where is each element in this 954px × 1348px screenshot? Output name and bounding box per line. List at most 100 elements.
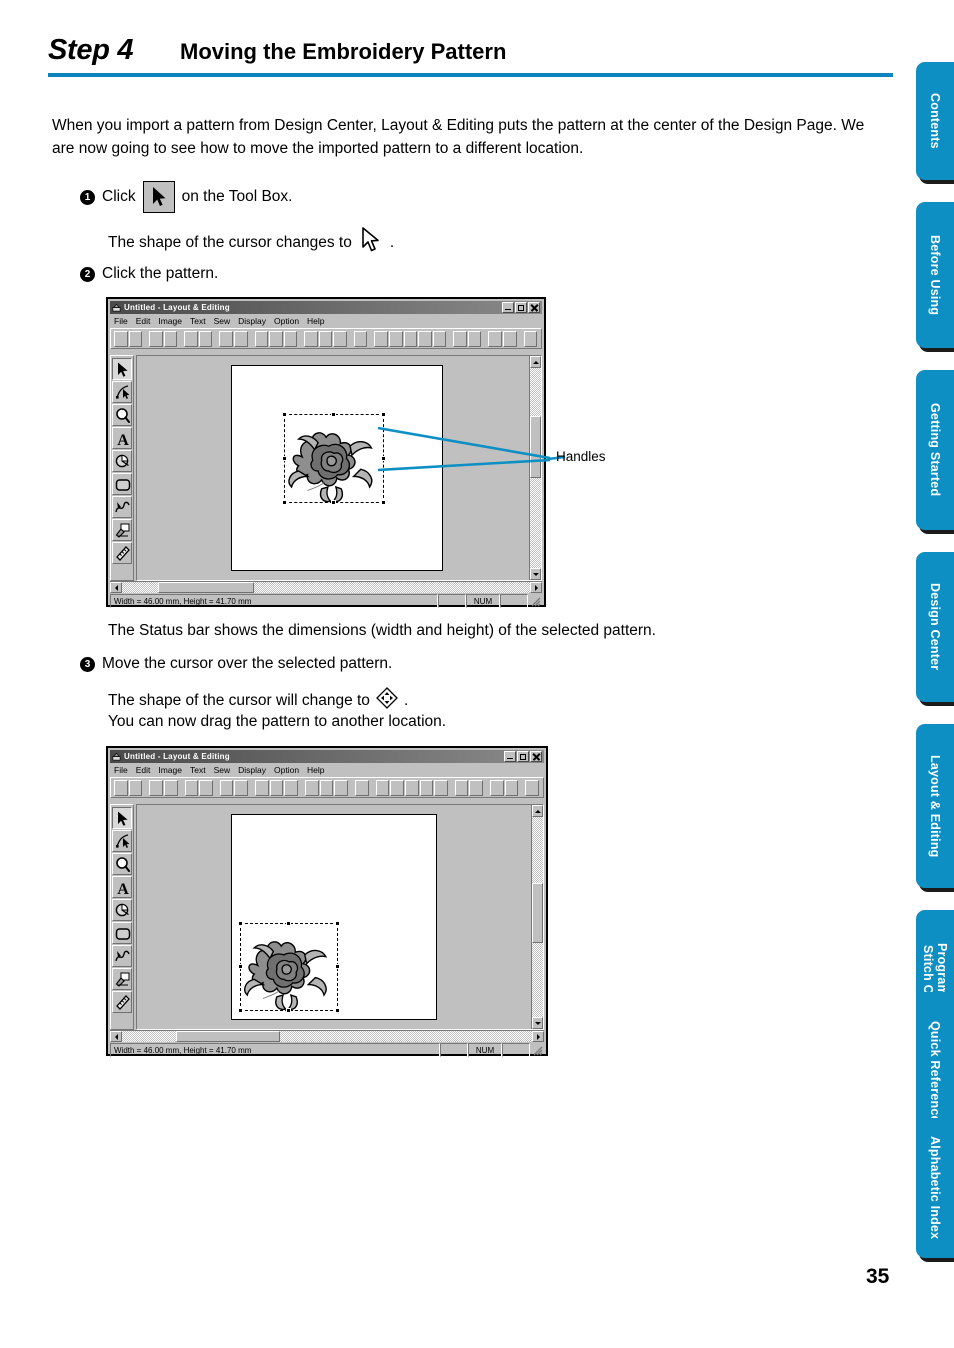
handle-middle-left[interactable] — [282, 455, 287, 461]
handle-bottom-center-2[interactable] — [286, 1008, 291, 1013]
minimize-button[interactable] — [502, 302, 514, 313]
sidebar-item-layout-and-editing[interactable]: Layout & Editing — [916, 724, 954, 888]
import-from-file-icon[interactable] — [163, 330, 178, 347]
handle-top-center[interactable] — [331, 412, 336, 417]
handle-top-right-2[interactable] — [335, 921, 340, 926]
open-file-icon[interactable] — [128, 330, 143, 347]
sidebar-item-design-center[interactable]: Design Center — [916, 552, 954, 702]
vertical-scroll-thumb-2[interactable] — [532, 883, 543, 943]
duplicate-icon[interactable] — [304, 330, 318, 347]
zoom-tool-icon-2[interactable] — [112, 853, 132, 875]
layout-and-editing-window-2[interactable]: Untitled - Layout & Editing File Edit Im… — [106, 746, 548, 1057]
menu-sew-2[interactable]: Sew — [212, 765, 237, 775]
handle-bottom-right-2[interactable] — [335, 1008, 340, 1013]
resize-grip[interactable] — [528, 594, 542, 608]
window-1-controls[interactable] — [502, 302, 540, 313]
handle-bottom-center[interactable] — [331, 500, 336, 505]
new-file-icon[interactable] — [114, 330, 128, 347]
window-2-canvas[interactable] — [136, 804, 544, 1030]
save-as-icon-2[interactable] — [199, 779, 213, 796]
menu-option[interactable]: Option — [272, 316, 305, 326]
pattern-selection-box-1[interactable] — [282, 412, 386, 505]
window-1-toolbox[interactable]: A — [110, 355, 134, 581]
sew-setting-icon[interactable] — [389, 330, 403, 347]
text-attribute-icon[interactable] — [418, 330, 432, 347]
handle-top-right[interactable] — [381, 412, 386, 417]
menu-option-2[interactable]: Option — [272, 765, 305, 775]
stitch-simulator-icon[interactable] — [453, 330, 467, 347]
stitch-to-block-icon-2[interactable] — [525, 779, 540, 796]
open-file-icon-2[interactable] — [128, 779, 143, 796]
menu-file[interactable]: File — [112, 316, 134, 326]
edit-point-tool-icon-2[interactable] — [112, 830, 132, 852]
display-preview-icon-2[interactable] — [504, 779, 519, 796]
stitch-simulator-icon-2[interactable] — [454, 779, 469, 796]
menu-text[interactable]: Text — [188, 316, 212, 326]
rectangle-tool-icon-2[interactable] — [112, 922, 132, 944]
sidebar-item-contents[interactable]: Contents — [916, 62, 954, 180]
scroll-left-button[interactable] — [110, 582, 122, 593]
cut-icon[interactable] — [254, 330, 269, 347]
scroll-left-button-2[interactable] — [110, 1031, 122, 1042]
menu-edit-2[interactable]: Edit — [134, 765, 157, 775]
sidebar-item-alphabetic-index[interactable]: Alphabetic Index — [916, 1118, 954, 1258]
measure-tool-icon[interactable] — [112, 542, 132, 564]
window-2-controls[interactable] — [504, 751, 542, 762]
rotate-icon-2[interactable] — [334, 779, 348, 796]
menu-file-2[interactable]: File — [112, 765, 134, 775]
curve-tool-icon[interactable] — [112, 496, 132, 518]
handle-bottom-left[interactable] — [282, 500, 287, 505]
font-icon-2[interactable] — [434, 779, 448, 796]
display-realistic-icon[interactable] — [488, 330, 502, 347]
mirror-icon-2[interactable] — [319, 779, 334, 796]
duplicate-icon-2[interactable] — [305, 779, 319, 796]
zoom-icon-2[interactable] — [354, 779, 369, 796]
design-page-2[interactable] — [231, 814, 437, 1020]
maximize-button[interactable] — [515, 302, 527, 313]
handle-top-left[interactable] — [282, 412, 287, 417]
text-tool-icon-2[interactable]: A — [112, 876, 132, 898]
new-file-icon-2[interactable] — [114, 779, 128, 796]
handle-middle-right-2[interactable] — [335, 964, 340, 969]
circle-arc-tool-icon-2[interactable] — [112, 899, 132, 921]
copy-icon-2[interactable] — [269, 779, 284, 796]
sew-setting-icon-2[interactable] — [390, 779, 404, 796]
window-1-titlebar[interactable]: Untitled - Layout & Editing — [110, 301, 542, 314]
design-property-icon-2[interactable] — [469, 779, 484, 796]
window-1-horizontal-scrollbar[interactable] — [110, 581, 542, 593]
scroll-up-button[interactable] — [530, 356, 541, 368]
save-icon[interactable] — [184, 330, 198, 347]
cut-icon-2[interactable] — [255, 779, 269, 796]
mirror-icon[interactable] — [318, 330, 333, 347]
menu-display-2[interactable]: Display — [236, 765, 272, 775]
paste-icon[interactable] — [283, 330, 298, 347]
window-2-menubar[interactable]: File Edit Image Text Sew Display Option … — [108, 763, 546, 776]
rose-embroidery-pattern-2[interactable] — [242, 925, 338, 1011]
window-2-toolbox[interactable]: A — [110, 804, 134, 1030]
copy-icon[interactable] — [269, 330, 283, 347]
edit-point-tool-icon[interactable] — [112, 381, 132, 403]
window-2-horizontal-scrollbar[interactable] — [110, 1030, 544, 1042]
save-as-icon[interactable] — [198, 330, 213, 347]
handle-top-left-2[interactable] — [238, 921, 243, 926]
select-tool-icon[interactable] — [112, 358, 132, 380]
menu-display[interactable]: Display — [236, 316, 272, 326]
window-2-toolbar[interactable] — [110, 777, 544, 798]
display-realistic-icon-2[interactable] — [490, 779, 504, 796]
zoom-icon[interactable] — [353, 330, 368, 347]
close-button-2[interactable] — [530, 751, 542, 762]
rectangle-tool-icon[interactable] — [112, 473, 132, 495]
circle-arc-tool-icon[interactable] — [112, 450, 132, 472]
menu-image[interactable]: Image — [156, 316, 188, 326]
measure-tool-icon-2[interactable] — [112, 991, 132, 1013]
display-preview-icon[interactable] — [502, 330, 517, 347]
import-from-design-center-icon-2[interactable] — [149, 779, 163, 796]
menu-help-2[interactable]: Help — [305, 765, 330, 775]
handle-bottom-right[interactable] — [381, 500, 386, 505]
menu-text-2[interactable]: Text — [188, 765, 212, 775]
window-2-vertical-scrollbar[interactable] — [531, 805, 543, 1029]
sidebar-tabs[interactable]: Contents Before Using Getting Started De… — [910, 0, 954, 1348]
import-from-file-icon-2[interactable] — [163, 779, 178, 796]
handle-bottom-left-2[interactable] — [238, 1008, 243, 1013]
applique-tool-icon-2[interactable] — [112, 968, 132, 990]
